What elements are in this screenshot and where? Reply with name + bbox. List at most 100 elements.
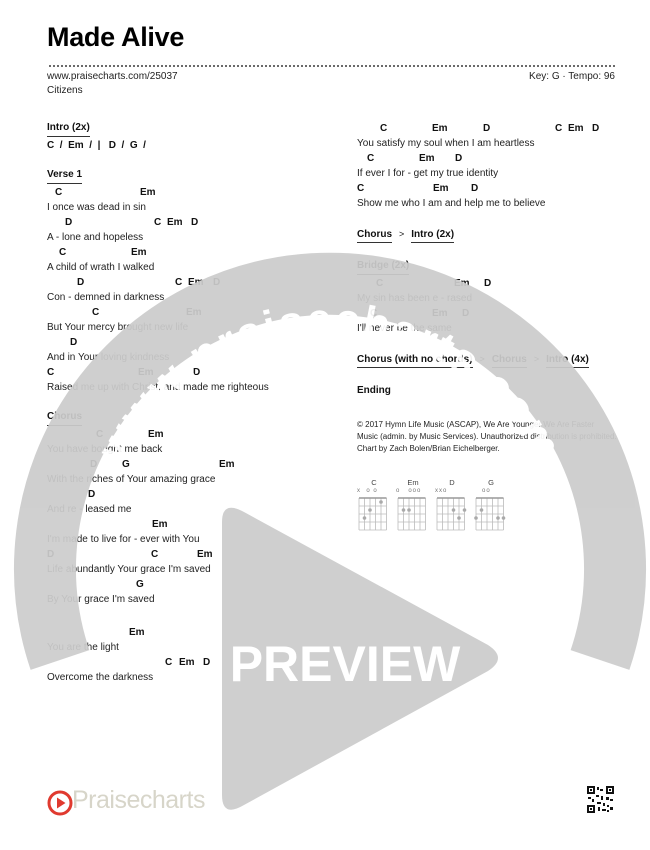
section-heading: Ending — [357, 385, 391, 396]
intro-chord-line: C / Em / | D / G / — [47, 140, 146, 151]
chord: Em — [433, 183, 449, 194]
lyric-line: Overcome the darkness — [47, 672, 154, 683]
open-strings: xxo — [435, 488, 448, 494]
chord: C — [154, 217, 162, 228]
lyric-line: You have bought me back — [47, 444, 163, 455]
chord: D — [90, 459, 98, 470]
open-strings: x o o — [357, 488, 378, 494]
chord: C — [55, 187, 63, 198]
finger-dot — [401, 508, 406, 512]
chord: D — [77, 277, 85, 288]
section-verse-1: Verse 1 C Em I once was dead in sin D C Em D A … — [47, 168, 337, 395]
bridge-lines: C Em D My sin has been e - rased C Em D I'll ne… — [357, 276, 627, 336]
chord: D — [88, 489, 96, 500]
chorus-lines: C Em You have bought me back D G Em With the r… — [47, 427, 337, 607]
finger-dot — [451, 508, 456, 512]
section-ending: Ending — [357, 384, 627, 400]
finger-dot — [379, 500, 383, 504]
chord: D — [213, 277, 221, 288]
fretboard — [474, 497, 506, 531]
finger-dot — [479, 508, 484, 512]
section-heading: Intro (2x) — [47, 121, 90, 137]
section-verse-continued: C Em D C Em D You satisfy my soul when I am he… — [357, 121, 627, 211]
chord: C — [376, 278, 384, 289]
chord-line: C Em D — [357, 151, 627, 166]
key-tempo: Key: G · Tempo: 96 — [529, 71, 615, 82]
copyright-notice: © 2017 Hymn Life Music (ASCAP), We Are Y… — [357, 420, 617, 453]
lyric-line: If ever I for - get my true identity — [357, 168, 499, 179]
praisecharts-logo[interactable]: Praisecharts — [47, 786, 205, 816]
finger-dot — [407, 508, 411, 512]
chord: Em — [152, 519, 168, 530]
chord-line: D C Em D — [47, 215, 337, 230]
finger-dot — [362, 516, 367, 520]
chord: D — [484, 278, 492, 289]
chord-diagrams: Cx o o Em o ooo Dxxo G oo — [357, 478, 557, 538]
chord: C — [175, 277, 183, 288]
chord: Em — [167, 217, 183, 228]
flow-section-link: Chorus — [357, 228, 392, 243]
chord: C — [357, 183, 365, 194]
chord-line: C Em D C Em D — [357, 121, 627, 136]
verse-1-lines: C Em I once was dead in sin D C Em D A - lone a… — [47, 185, 337, 395]
lyric-line: A child of wrath I walked — [47, 262, 155, 273]
chord-line: C Em — [47, 245, 337, 260]
song-flow-2: Chorus (with no chords) > Chorus > Intro (4x… — [357, 351, 627, 369]
chord: Em — [138, 367, 154, 378]
lyric-line: I once was dead in sin — [47, 202, 146, 213]
lyric-line: Raised me up with Christ, and made me ri… — [47, 382, 269, 393]
chord-line: D — [47, 335, 337, 350]
chord: C — [370, 308, 378, 319]
section-heading: Bridge (2x) — [357, 259, 410, 275]
lyric-line: I'm made to live for - ever with You — [47, 534, 200, 545]
chord: Em — [432, 308, 448, 319]
section-heading: Verse 1 — [47, 168, 83, 184]
chord: Em — [419, 153, 435, 164]
lyric-line: And re - leased me — [47, 504, 132, 515]
chord-line: D C Em — [47, 547, 337, 562]
song-url[interactable]: www.praisecharts.com/25037 — [47, 71, 178, 82]
chord: Em — [454, 278, 470, 289]
chord: Em — [219, 459, 235, 470]
chord-diagram-name: G — [488, 478, 494, 487]
finger-dot — [462, 508, 467, 512]
chord-diagram-name: C — [371, 478, 377, 487]
lyric-line: You are the light — [47, 642, 119, 653]
chord-diagram-name: D — [449, 478, 455, 487]
chord-line: Em — [47, 625, 337, 640]
chord: D — [65, 217, 73, 228]
lyric-line: Life abundantly Your grace I'm saved — [47, 564, 211, 575]
flow-separator: > — [399, 229, 405, 239]
chord: C — [47, 367, 55, 378]
chord-line: C Em D — [357, 181, 627, 196]
qr-code-icon[interactable] — [587, 786, 614, 813]
chord-diagram-name: Em — [407, 478, 419, 487]
chord: C — [92, 307, 100, 318]
page-title: Made Alive — [47, 22, 185, 52]
chord-line: Em — [47, 517, 337, 532]
finger-dot — [501, 516, 506, 520]
fretboard — [397, 497, 426, 531]
lyric-line: A - lone and hopeless — [47, 232, 144, 243]
chord: Em — [197, 549, 213, 560]
chord-line: G — [47, 577, 337, 592]
lyric-line: My sin has been e - rased — [357, 293, 473, 304]
chord-line: C Em — [47, 427, 337, 442]
chord: Em — [186, 307, 202, 318]
chord: D — [47, 549, 55, 560]
lyric-line: Con - demned in darkness — [47, 292, 165, 303]
finger-dot — [368, 508, 372, 512]
flow-separator: > — [479, 354, 485, 364]
chord: D — [191, 217, 199, 228]
chord: Em — [129, 627, 145, 638]
chord: D — [471, 183, 479, 194]
fragment-lines: Em You are the light C Em D Overcome the dark… — [47, 625, 337, 685]
flow-section-link: Intro (4x) — [546, 353, 589, 368]
chord: Em — [140, 187, 156, 198]
chord: D — [483, 123, 491, 134]
chord: Em — [432, 123, 448, 134]
chord: C — [165, 657, 173, 668]
chord-diagram: Dxxo — [435, 478, 469, 531]
lyric-line: And in Your loving kindness — [47, 352, 170, 363]
finger-dot — [474, 516, 478, 520]
